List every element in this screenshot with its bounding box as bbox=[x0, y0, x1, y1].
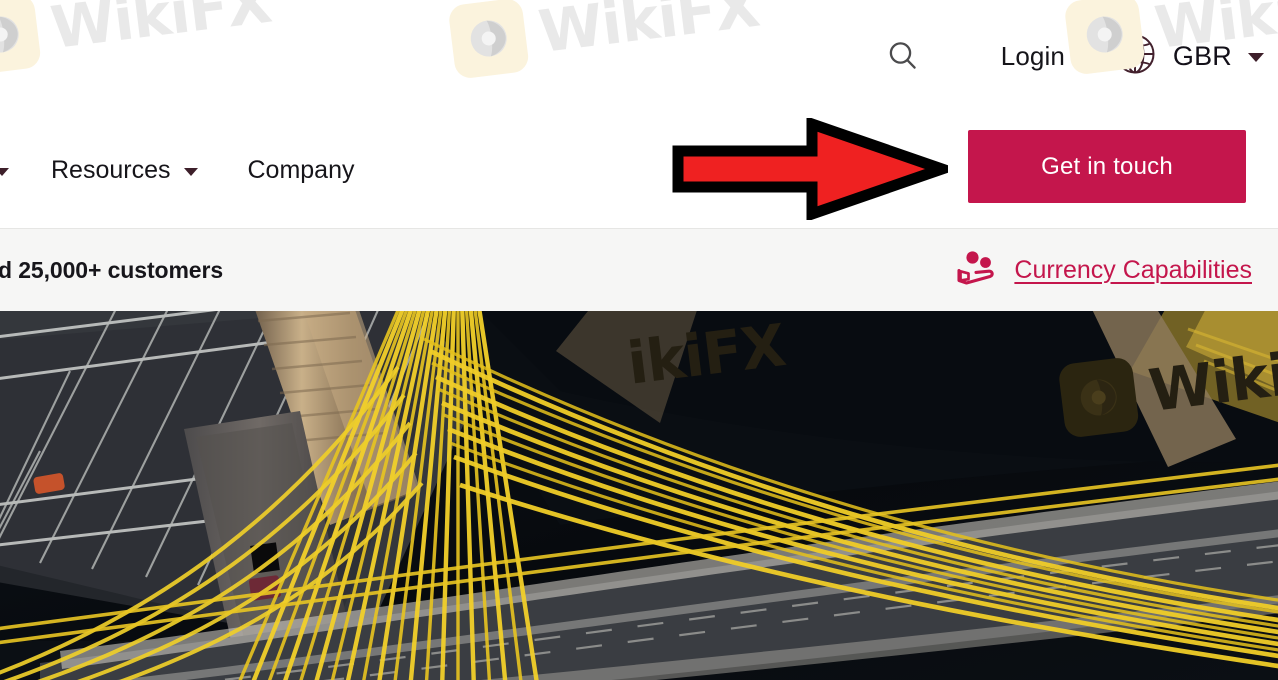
chevron-down-icon bbox=[1248, 53, 1264, 62]
customer-count-headline: d 25,000+ customers bbox=[0, 256, 224, 283]
site-header: Login GBR Resources Company Get in touch bbox=[0, 0, 1278, 228]
sidebar-item-resources[interactable]: Resources bbox=[51, 156, 198, 185]
chevron-down-icon bbox=[183, 168, 198, 176]
get-in-touch-button[interactable]: Get in touch bbox=[968, 130, 1246, 203]
trust-subheader-bar: d 25,000+ customers Currency Capabilitie… bbox=[0, 228, 1278, 311]
language-code: GBR bbox=[1172, 40, 1232, 71]
nav-item-label: Company bbox=[247, 155, 355, 184]
search-icon[interactable] bbox=[877, 30, 929, 82]
sidebar-item-company[interactable]: Company bbox=[248, 156, 355, 185]
hero-bridge-image bbox=[0, 311, 1278, 680]
page-root: Login GBR Resources Company Get in touch… bbox=[0, 0, 1278, 680]
nav-item-label: Resources bbox=[51, 155, 171, 184]
primary-nav: Resources Company bbox=[0, 112, 355, 228]
globe-icon bbox=[1109, 28, 1161, 85]
chevron-down-icon bbox=[0, 168, 9, 176]
nav-item-truncated[interactable] bbox=[0, 164, 9, 176]
language-selector[interactable]: GBR bbox=[1109, 28, 1264, 85]
login-link[interactable]: Login bbox=[1001, 41, 1065, 72]
header-utility-row: Login GBR bbox=[877, 0, 1278, 112]
hand-holding-coins-icon bbox=[956, 249, 998, 292]
currency-capabilities-label[interactable]: Currency Capabilities bbox=[1014, 256, 1252, 285]
currency-capabilities-link[interactable]: Currency Capabilities bbox=[956, 249, 1252, 292]
